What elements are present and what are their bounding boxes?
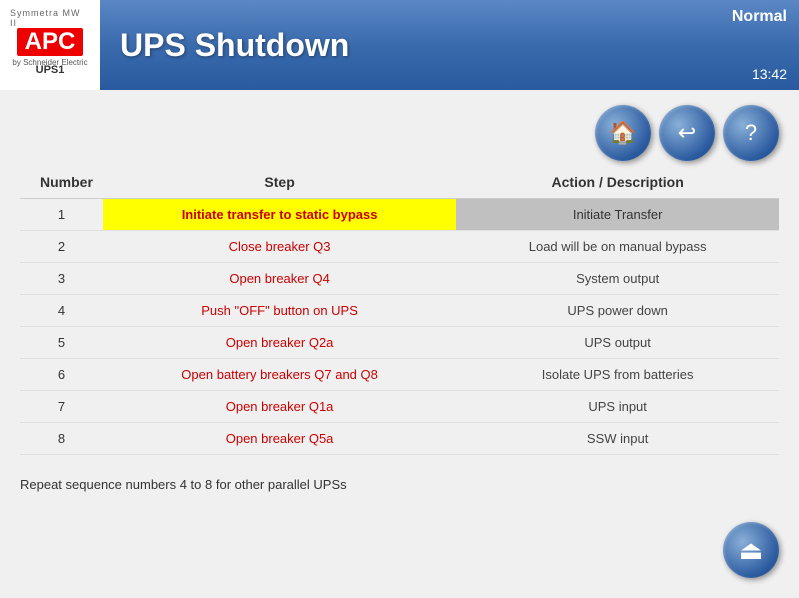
row-step: Open breaker Q1a: [103, 391, 456, 423]
row-number: 2: [20, 231, 103, 263]
logo-top-text: Symmetra MW II: [10, 8, 90, 28]
col-number: Number: [20, 166, 103, 199]
power-icon: ⏏: [739, 535, 764, 566]
page-title: UPS Shutdown: [120, 27, 349, 64]
status-badge: Normal: [732, 8, 787, 26]
time-display: 13:42: [752, 66, 787, 82]
logo-main-text: APC: [17, 28, 84, 56]
home-icon: 🏠: [609, 120, 636, 146]
row-step: Push "OFF" button on UPS: [103, 295, 456, 327]
row-number: 6: [20, 359, 103, 391]
row-step: Open breaker Q2a: [103, 327, 456, 359]
table-row: 7Open breaker Q1aUPS input: [20, 391, 779, 423]
row-number: 4: [20, 295, 103, 327]
col-action: Action / Description: [456, 166, 779, 199]
table-row: 5Open breaker Q2aUPS output: [20, 327, 779, 359]
table-row[interactable]: 1Initiate transfer to static bypassIniti…: [20, 199, 779, 231]
row-step: Close breaker Q3: [103, 231, 456, 263]
help-icon: ?: [745, 120, 757, 146]
logo-area: Symmetra MW II APC by Schneider Electric…: [0, 0, 100, 90]
row-number: 8: [20, 423, 103, 455]
steps-table: Number Step Action / Description 1Initia…: [20, 166, 779, 455]
table-row: 6Open battery breakers Q7 and Q8Isolate …: [20, 359, 779, 391]
row-number: 1: [20, 199, 103, 231]
back-button[interactable]: ↩: [659, 105, 715, 161]
row-action: SSW input: [456, 423, 779, 455]
footer-note-text: Repeat sequence numbers 4 to 8 for other…: [20, 477, 347, 492]
apc-logo: Symmetra MW II APC by Schneider Electric: [10, 15, 90, 60]
power-button[interactable]: ⏏: [723, 522, 779, 578]
row-number: 5: [20, 327, 103, 359]
row-step: Open battery breakers Q7 and Q8: [103, 359, 456, 391]
row-action: System output: [456, 263, 779, 295]
table-row: 4Push "OFF" button on UPSUPS power down: [20, 295, 779, 327]
table-row: 3Open breaker Q4System output: [20, 263, 779, 295]
row-action: UPS input: [456, 391, 779, 423]
header: Symmetra MW II APC by Schneider Electric…: [0, 0, 799, 90]
header-right: Normal 13:42: [720, 0, 799, 90]
bottom-icon-container: ⏏: [723, 522, 779, 578]
row-step: Open breaker Q5a: [103, 423, 456, 455]
table-row: 8Open breaker Q5aSSW input: [20, 423, 779, 455]
back-icon: ↩: [678, 120, 696, 146]
footer-note: Repeat sequence numbers 4 to 8 for other…: [0, 465, 799, 504]
row-action: Isolate UPS from batteries: [456, 359, 779, 391]
header-title-area: UPS Shutdown: [100, 0, 720, 90]
ups-id-label: UPS1: [36, 64, 65, 76]
row-step[interactable]: Initiate transfer to static bypass: [103, 199, 456, 231]
home-button[interactable]: 🏠: [595, 105, 651, 161]
row-action: UPS power down: [456, 295, 779, 327]
row-step: Open breaker Q4: [103, 263, 456, 295]
row-number: 3: [20, 263, 103, 295]
help-button[interactable]: ?: [723, 105, 779, 161]
row-number: 7: [20, 391, 103, 423]
col-step: Step: [103, 166, 456, 199]
content-area: Number Step Action / Description 1Initia…: [0, 166, 799, 465]
nav-buttons: 🏠 ↩ ?: [0, 90, 799, 166]
table-row: 2Close breaker Q3Load will be on manual …: [20, 231, 779, 263]
row-action: Load will be on manual bypass: [456, 231, 779, 263]
row-action: Initiate Transfer: [456, 199, 779, 231]
row-action: UPS output: [456, 327, 779, 359]
